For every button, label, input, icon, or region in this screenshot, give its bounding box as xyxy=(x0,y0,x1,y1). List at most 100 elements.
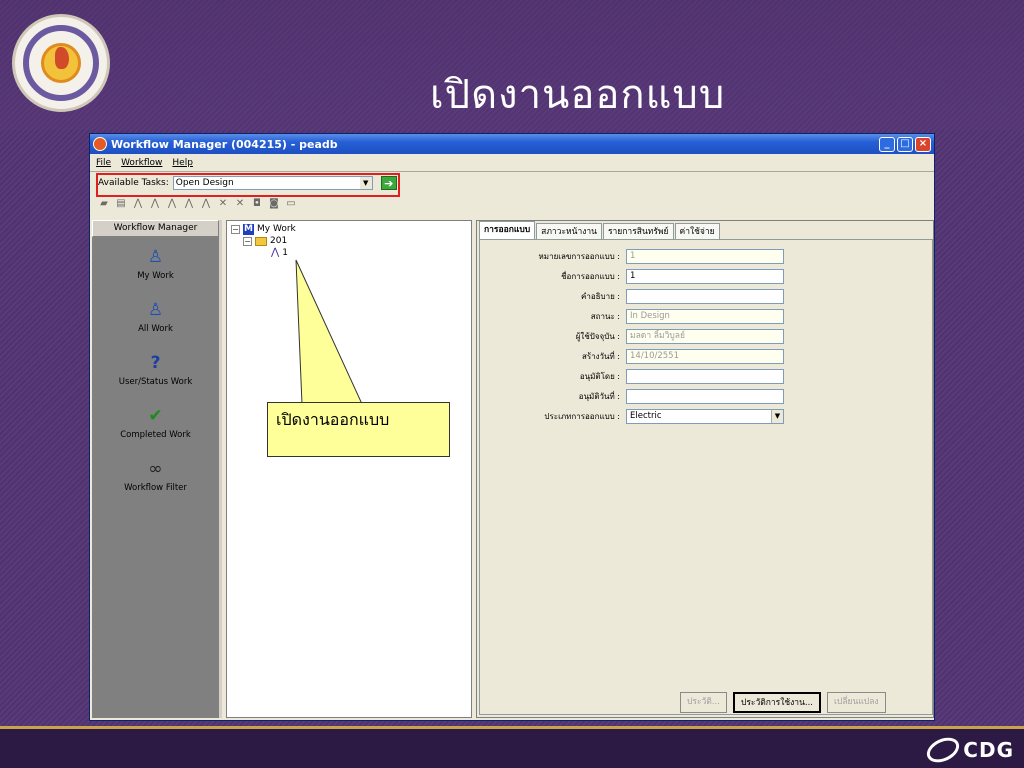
menu-file[interactable]: File xyxy=(96,158,111,168)
nav-item-label: User/Status Work xyxy=(118,377,193,387)
nav-item-my-work[interactable]: ♙ My Work xyxy=(92,246,219,290)
window-controls: _ □ × xyxy=(879,136,934,152)
form-row: อนุมัติโดย : xyxy=(480,368,934,384)
nav-item-all-work[interactable]: ♙ All Work xyxy=(92,299,219,343)
approved-date-field[interactable] xyxy=(626,388,784,404)
workflow-nav-panel: Workflow Manager ♙ My Work ♙ All Work ? … xyxy=(92,220,222,718)
design-detail-panel: การออกแบบ สภาวะหน้างาน รายการสินทรัพย์ ค… xyxy=(476,220,934,718)
tree-root-label: My Work xyxy=(257,224,296,234)
tree-folder-label: 201 xyxy=(270,236,288,246)
tree-node-my-work[interactable]: − M My Work xyxy=(231,223,471,235)
design-name-label: ชื่อการออกแบบ : xyxy=(561,271,620,281)
workflow-design-icon: ⋀ xyxy=(271,247,280,258)
slide-footer xyxy=(0,726,1024,768)
callout-text: เปิดงานออกแบบ xyxy=(276,410,390,429)
created-date-label: สร้างวันที่ : xyxy=(581,351,620,361)
nav-item-label: Completed Work xyxy=(120,430,191,440)
status-field: In Design xyxy=(626,308,784,324)
window-titlebar[interactable]: Workflow Manager (004215) - peadb _ □ × xyxy=(90,134,934,154)
detail-tabs: การออกแบบ สภาวะหน้างาน รายการสินทรัพย์ ค… xyxy=(477,221,933,239)
approved-by-label: อนุมัติโดย : xyxy=(579,371,620,381)
toolbar: ▰ ▤ ⋀ ⋀ ⋀ ⋀ ⋀ ✕ ✕ ◘ ◙ ▭ xyxy=(90,194,934,214)
menu-help[interactable]: Help xyxy=(172,158,193,168)
close-icon[interactable]: × xyxy=(915,136,931,152)
app-icon xyxy=(93,137,107,151)
available-tasks-row: Available Tasks: Open Design ▼ ➔ xyxy=(90,172,934,197)
design-number-field: 1 xyxy=(626,248,784,264)
status-label: สถานะ : xyxy=(590,311,620,321)
workflow-manager-window: Workflow Manager (004215) - peadb _ □ × … xyxy=(89,133,935,721)
change-button[interactable]: เปลี่ยนแปลง xyxy=(827,692,886,713)
my-work-icon: M xyxy=(243,223,254,235)
tools-icon[interactable]: ✕ xyxy=(234,198,246,210)
tab-site-condition[interactable]: สภาวะหน้างาน xyxy=(536,223,602,239)
collapse-icon[interactable]: − xyxy=(231,224,240,234)
form-row: อนุมัติวันที่ : xyxy=(480,388,934,404)
slide-title: เปิดงานออกแบบ xyxy=(430,72,726,118)
assign-icon[interactable]: ◙ xyxy=(268,198,280,210)
menu-workflow[interactable]: Workflow xyxy=(121,158,162,168)
description-field[interactable] xyxy=(626,288,784,304)
current-user-label: ผู้ใช้ปัจจุบัน : xyxy=(575,331,620,341)
tree-item-label: 1 xyxy=(282,248,288,258)
form-buttons: ประวัติ... ประวัติการใช้งาน... เปลี่ยนแป… xyxy=(680,692,886,713)
workflow-step-icon[interactable]: ⋀ xyxy=(132,198,144,210)
workflow-step-icon[interactable]: ⋀ xyxy=(183,198,195,210)
window-title: Workflow Manager (004215) - peadb xyxy=(111,137,338,151)
nav-item-label: My Work xyxy=(137,271,174,281)
thailand-map-icon xyxy=(55,47,69,69)
maximize-icon[interactable]: □ xyxy=(897,136,913,152)
cdg-logo: CDG xyxy=(923,732,1014,768)
design-number-label: หมายเลขการออกแบบ : xyxy=(538,251,620,261)
created-date-field: 14/10/2551 xyxy=(626,348,784,364)
people-folder-icon: ♙ xyxy=(147,300,164,320)
copy-icon[interactable]: ▭ xyxy=(285,198,297,210)
tools-icon[interactable]: ✕ xyxy=(217,198,229,210)
history-button[interactable]: ประวัติ... xyxy=(680,692,727,713)
collapse-icon[interactable]: − xyxy=(243,236,252,246)
approved-by-field[interactable] xyxy=(626,368,784,384)
form-row: ประเภทการออกแบบ : Electric ▼ xyxy=(480,408,934,424)
design-type-label: ประเภทการออกแบบ : xyxy=(544,411,620,421)
callout-pointer xyxy=(295,259,363,405)
workflow-step-icon[interactable]: ⋀ xyxy=(149,198,161,210)
usage-history-button[interactable]: ประวัติการใช้งาน... xyxy=(732,692,822,713)
form-row: คำอธิบาย : xyxy=(480,288,934,304)
form-row: สถานะ : In Design xyxy=(480,308,934,324)
swoosh-icon xyxy=(923,732,964,768)
chevron-down-icon[interactable]: ▼ xyxy=(771,409,783,423)
design-type-value: Electric xyxy=(630,410,662,421)
current-user-field: มลดา ลิ้มวิบูลย์ xyxy=(626,328,784,344)
pea-logo xyxy=(12,14,110,112)
tab-expenses[interactable]: ค่าใช้จ่าย xyxy=(674,223,720,239)
design-type-select[interactable]: Electric ▼ xyxy=(626,408,784,424)
checkmark-folder-icon: ✔ xyxy=(148,406,163,426)
nav-item-workflow-filter[interactable]: ∞ Workflow Filter xyxy=(92,458,219,502)
question-folder-icon: ? xyxy=(150,353,161,373)
binoculars-folder-icon: ∞ xyxy=(148,459,163,479)
form-row: ผู้ใช้ปัจจุบัน : มลดา ลิ้มวิบูลย์ xyxy=(480,328,934,344)
nav-item-completed-work[interactable]: ✔ Completed Work xyxy=(92,405,219,449)
nav-item-label: All Work xyxy=(138,324,173,334)
workflow-step-icon[interactable]: ⋀ xyxy=(166,198,178,210)
main-content: Workflow Manager ♙ My Work ♙ All Work ? … xyxy=(92,220,934,718)
design-name-field[interactable]: 1 xyxy=(626,268,784,284)
folder-icon xyxy=(255,236,267,246)
tree-node-design[interactable]: ⋀ 1 xyxy=(271,247,471,259)
nav-item-user-status-work[interactable]: ? User/Status Work xyxy=(92,352,219,396)
menubar: File Workflow Help xyxy=(90,154,934,171)
form-row: ชื่อการออกแบบ : 1 xyxy=(480,268,934,284)
tab-design[interactable]: การออกแบบ xyxy=(479,221,536,239)
approved-date-label: อนุมัติวันที่ : xyxy=(578,391,620,401)
lock-icon[interactable]: ◘ xyxy=(251,198,263,210)
tree-node-folder[interactable]: − 201 xyxy=(243,235,471,247)
properties-icon[interactable]: ▤ xyxy=(115,198,127,210)
design-form: หมายเลขการออกแบบ : 1 ชื่อการออกแบบ : 1 ค… xyxy=(479,239,933,715)
person-folder-icon: ♙ xyxy=(147,247,164,267)
form-row: หมายเลขการออกแบบ : 1 xyxy=(480,248,934,264)
workflow-step-icon[interactable]: ⋀ xyxy=(200,198,212,210)
red-highlight-box xyxy=(96,173,400,197)
minimize-icon[interactable]: _ xyxy=(879,136,895,152)
open-folder-icon[interactable]: ▰ xyxy=(98,198,110,210)
tab-asset-list[interactable]: รายการสินทรัพย์ xyxy=(602,223,674,239)
